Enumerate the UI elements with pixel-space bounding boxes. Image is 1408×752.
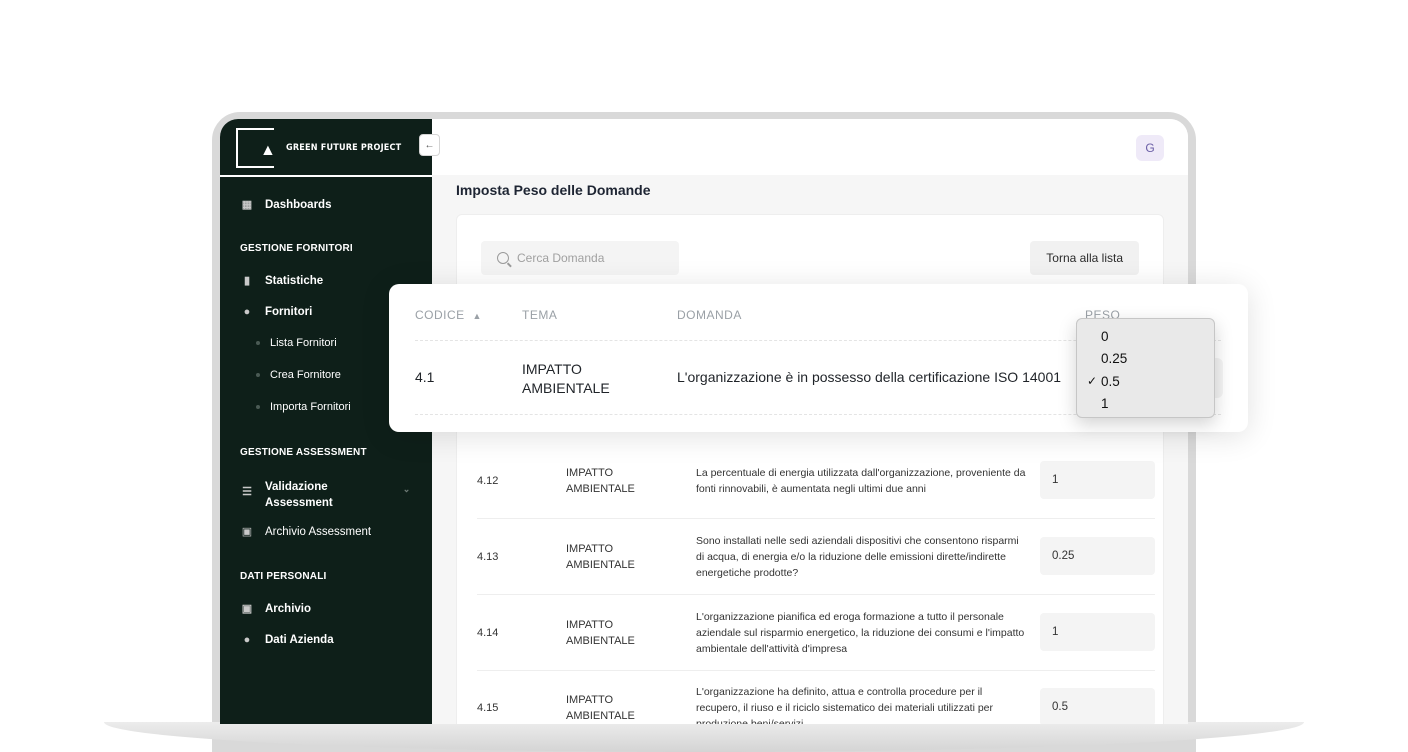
cell-tema: IMPATTO AMBIENTALE xyxy=(522,360,610,398)
cell-tema: IMPATTO AMBIENTALE xyxy=(566,618,635,647)
sidebar-item-label: Validazione Assessment xyxy=(265,479,333,511)
archive-icon: ▣ xyxy=(241,603,253,615)
peso-select[interactable]: 1 xyxy=(1040,461,1155,499)
user-icon: ● xyxy=(243,634,251,646)
peso-select[interactable]: 0.5 xyxy=(1040,688,1155,724)
sidebar-item-label: Archivio xyxy=(265,602,312,615)
bullet-icon xyxy=(256,341,260,345)
column-header-codice[interactable]: CODICE ▲ xyxy=(415,308,482,322)
page-title: Imposta Peso delle Domande xyxy=(456,182,651,198)
bar-chart-icon: ▮ xyxy=(243,275,251,287)
sort-asc-icon: ▲ xyxy=(472,311,482,321)
cell-codice: 4.1 xyxy=(415,369,435,385)
table-row: 4.13 IMPATTO AMBIENTALE Sono installati … xyxy=(477,519,1155,595)
cell-codice: 4.14 xyxy=(477,626,499,639)
sidebar-item-label: Dati Azienda xyxy=(265,634,334,646)
tema-line-2: AMBIENTALE xyxy=(522,380,610,396)
archive-icon: ▣ xyxy=(241,526,253,538)
sidebar-item-archivio-assessment[interactable]: ▣ Archivio Assessment xyxy=(240,525,372,539)
cell-tema: IMPATTO AMBIENTALE xyxy=(566,693,635,722)
cell-domanda: L'organizzazione ha definito, attua e co… xyxy=(696,685,994,725)
topbar: G xyxy=(432,119,1188,175)
user-avatar[interactable]: G xyxy=(1136,135,1164,161)
dropdown-option[interactable]: 1 xyxy=(1077,393,1214,416)
sidebar-item-label: Archivio Assessment xyxy=(265,525,372,538)
brand-logo[interactable]: ▲ GREEN FUTURE PROJECT xyxy=(236,127,401,169)
option-label: 0.5 xyxy=(1101,373,1120,389)
main-content: Imposta Peso delle Domande Torna alla li… xyxy=(432,175,1188,724)
cell-domanda: L'organizzazione pianifica ed eroga form… xyxy=(696,610,1025,655)
peso-select[interactable]: 1 xyxy=(1040,613,1155,651)
supplier-icon: ● xyxy=(243,306,251,318)
table-row: 4.14 IMPATTO AMBIENTALE L'organizzazione… xyxy=(477,595,1155,671)
section-gestione-assessment: GESTIONE ASSESSMENT xyxy=(240,447,367,458)
column-header-domanda: DOMANDA xyxy=(677,308,742,322)
column-header-tema: TEMA xyxy=(522,308,558,322)
cell-tema: IMPATTO AMBIENTALE xyxy=(566,542,635,571)
cell-domanda: L'organizzazione è in possesso della cer… xyxy=(677,369,1062,385)
dropdown-option-selected[interactable]: ✓ 0.5 xyxy=(1077,370,1214,393)
tema-line-1: IMPATTO xyxy=(522,361,582,377)
tree-icon: ▲ xyxy=(260,142,276,159)
search-input[interactable] xyxy=(517,251,667,265)
sidebar-subitem-crea-fornitore[interactable]: Crea Fornitore xyxy=(256,369,341,381)
sidebar-subitem-importa-fornitori[interactable]: Importa Fornitori xyxy=(256,401,351,413)
sidebar-item-fornitori[interactable]: ● Fornitori xyxy=(240,306,313,318)
sidebar-item-archivio[interactable]: ▣ Archivio xyxy=(240,602,312,616)
sidebar-item-label: Fornitori xyxy=(265,306,313,318)
header-label: CODICE xyxy=(415,308,465,322)
dropdown-option[interactable]: 0 xyxy=(1077,325,1214,348)
cell-domanda: Sono installati nelle sedi aziendali dis… xyxy=(696,534,1019,579)
back-to-list-button[interactable]: Torna alla lista xyxy=(1030,241,1139,275)
checklist-icon: ☰ xyxy=(242,486,252,498)
sidebar-divider xyxy=(220,175,432,177)
sidebar-subitem-label: Lista Fornitori xyxy=(270,337,337,349)
search-field[interactable] xyxy=(481,241,679,275)
bullet-icon xyxy=(256,405,260,409)
dropdown-option[interactable]: 0.25 xyxy=(1077,348,1214,371)
cell-codice: 4.15 xyxy=(477,701,499,714)
search-icon xyxy=(497,252,509,264)
peso-select[interactable]: 0.25 xyxy=(1040,537,1155,575)
sidebar-item-dashboards[interactable]: ▦ Dashboards xyxy=(240,198,332,212)
sidebar-item-label: Dashboards xyxy=(265,198,332,211)
table-row: 4.12 IMPATTO AMBIENTALE La percentuale d… xyxy=(477,443,1155,519)
stage: ▲ GREEN FUTURE PROJECT ▦ Dashboards GEST… xyxy=(0,0,1408,752)
sidebar-subitem-label: Crea Fornitore xyxy=(270,369,341,381)
sidebar-item-label: Statistiche xyxy=(265,274,324,287)
collapse-sidebar-button[interactable]: ← xyxy=(419,134,440,156)
section-dati-personali: DATI PERSONALI xyxy=(240,571,327,582)
sidebar-subitem-lista-fornitori[interactable]: Lista Fornitori xyxy=(256,337,337,349)
chevron-down-icon[interactable]: ⌄ xyxy=(403,484,411,495)
cell-codice: 4.13 xyxy=(477,550,499,563)
section-gestione-fornitori: GESTIONE FORNITORI xyxy=(240,243,353,254)
cell-tema: IMPATTO AMBIENTALE xyxy=(566,466,635,495)
cell-codice: 4.12 xyxy=(477,474,499,487)
checkmark-icon: ✓ xyxy=(1087,374,1098,389)
sidebar-subitem-label: Importa Fornitori xyxy=(270,401,351,413)
label-line-2: Assessment xyxy=(265,497,333,509)
peso-dropdown-menu: 0 0.25 ✓ 0.5 1 xyxy=(1076,318,1215,418)
sidebar-item-dati-azienda[interactable]: ● Dati Azienda xyxy=(240,634,334,646)
sidebar-item-validazione-assessment[interactable]: ☰ Validazione Assessment ⌄ xyxy=(240,479,410,511)
label-line-1: Validazione xyxy=(265,481,328,493)
brand-name: GREEN FUTURE PROJECT xyxy=(286,143,402,153)
sidebar-item-statistiche[interactable]: ▮ Statistiche xyxy=(240,274,324,288)
bullet-icon xyxy=(256,373,260,377)
cell-domanda: La percentuale di energia utilizzata dal… xyxy=(696,466,1026,495)
table-row: 4.15 IMPATTO AMBIENTALE L'organizzazione… xyxy=(477,670,1155,724)
grid-icon: ▦ xyxy=(241,199,253,211)
